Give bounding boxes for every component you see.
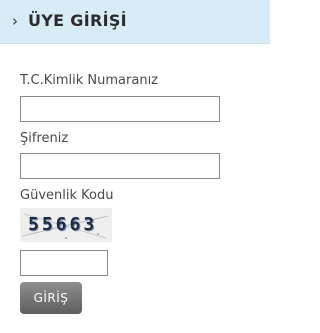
tc-label: T.C.Kimlik Numaranız <box>20 73 159 88</box>
tc-input[interactable] <box>20 96 220 122</box>
captcha-input[interactable] <box>20 250 108 276</box>
header-title: ÜYE GİRİŞİ <box>28 11 127 30</box>
chevron-right-icon: › <box>12 12 18 30</box>
password-label: Şifreniz <box>20 131 69 146</box>
captcha-image: 55663 <box>20 208 112 242</box>
password-input[interactable] <box>20 153 220 179</box>
security-code-label: Güvenlik Kodu <box>20 188 114 203</box>
login-button[interactable]: GİRİŞ <box>20 282 82 314</box>
login-header: › ÜYE GİRİŞİ <box>0 0 270 44</box>
captcha-text: 55663 <box>28 214 98 235</box>
